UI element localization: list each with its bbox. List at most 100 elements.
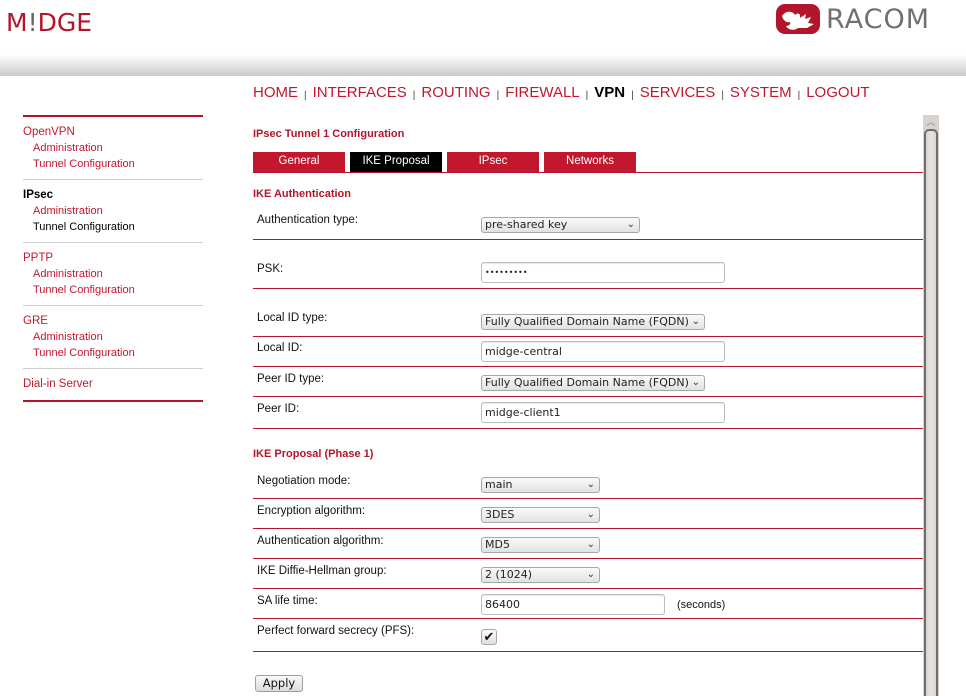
header: M!DGE RACOM <box>0 0 966 58</box>
nav-services[interactable]: SERVICES <box>640 84 716 101</box>
encryption-algorithm-select[interactable]: 3DES ⌄ <box>481 507 600 523</box>
logo-text-pre: M <box>6 8 28 37</box>
nav-separator: | <box>797 90 801 101</box>
nav-separator: | <box>721 90 724 101</box>
tab-bar: General IKE Proposal IPsec Networks <box>253 152 923 173</box>
checkmark-icon: ✔ <box>483 629 495 644</box>
chevron-down-icon: ⌄ <box>691 377 700 388</box>
sidebar-item-openvpn-administration[interactable]: Administration <box>23 140 203 156</box>
row-psk: PSK: ••••••••• <box>253 240 923 289</box>
vertical-scrollbar[interactable]: ︿ <box>923 115 939 696</box>
local-id-label: Local ID: <box>257 342 303 354</box>
peer-id-type-value: Fully Qualified Domain Name (FQDN) <box>485 376 689 389</box>
racom-squirrel-icon <box>776 4 820 34</box>
apply-button[interactable]: Apply <box>255 675 303 692</box>
row-authentication-algorithm: Authentication algorithm: MD5 ⌄ <box>253 529 923 559</box>
nav-vpn[interactable]: VPN <box>594 84 625 101</box>
nav-firewall[interactable]: FIREWALL <box>505 84 579 101</box>
top-navigation: HOME | INTERFACES | ROUTING | FIREWALL | VPN | SER… <box>253 84 870 101</box>
chevron-down-icon: ⌄ <box>691 316 700 327</box>
section-ike-authentication: IKE Authentication <box>253 188 351 200</box>
psk-label: PSK: <box>257 263 284 275</box>
sa-lifetime-input[interactable]: 86400 <box>481 594 665 615</box>
sidebar-item-openvpn-tunnel-configuration[interactable]: Tunnel Configuration <box>23 156 203 172</box>
negotiation-mode-label: Negotiation mode: <box>257 475 351 487</box>
row-pfs: Perfect forward secrecy (PFS): ✔ <box>253 619 923 652</box>
authentication-type-value: pre-shared key <box>485 218 568 231</box>
scroll-up-icon[interactable]: ︿ <box>923 115 939 129</box>
peer-id-type-label: Peer ID type: <box>257 373 325 385</box>
authentication-algorithm-select[interactable]: MD5 ⌄ <box>481 537 600 553</box>
chevron-down-icon: ⌄ <box>626 219 635 230</box>
authentication-type-label: Authentication type: <box>257 214 359 226</box>
sidebar-item-openvpn[interactable]: OpenVPN <box>23 124 203 140</box>
chevron-down-icon: ⌄ <box>586 509 595 520</box>
racom-logo-text: RACOM <box>826 3 931 35</box>
local-id-type-select[interactable]: Fully Qualified Domain Name (FQDN) ⌄ <box>481 314 705 330</box>
local-id-type-value: Fully Qualified Domain Name (FQDN) <box>485 315 689 328</box>
sidebar-item-pptp[interactable]: PPTP <box>23 250 203 266</box>
sidebar-item-ipsec[interactable]: IPsec <box>23 187 203 203</box>
row-negotiation-mode: Negotiation mode: main ⌄ <box>253 468 923 499</box>
nav-system[interactable]: SYSTEM <box>730 84 792 101</box>
dh-group-select[interactable]: 2 (1024) ⌄ <box>481 567 600 583</box>
pfs-checkbox[interactable]: ✔ <box>481 629 497 645</box>
sidebar-item-gre[interactable]: GRE <box>23 313 203 329</box>
authentication-type-select[interactable]: pre-shared key ⌄ <box>481 217 640 233</box>
section-ike-proposal-phase1: IKE Proposal (Phase 1) <box>253 448 374 460</box>
nav-interfaces[interactable]: INTERFACES <box>313 84 407 101</box>
sidebar-item-pptp-tunnel-configuration[interactable]: Tunnel Configuration <box>23 282 203 298</box>
tab-networks[interactable]: Networks <box>544 152 636 172</box>
sidebar-item-ipsec-tunnel-configuration[interactable]: Tunnel Configuration <box>23 219 203 235</box>
sidebar-group-dial-in: Dial-in Server <box>23 369 203 402</box>
dh-group-value: 2 (1024) <box>485 568 533 581</box>
nav-routing[interactable]: ROUTING <box>421 84 490 101</box>
nav-logout[interactable]: LOGOUT <box>806 84 869 101</box>
sidebar-item-gre-administration[interactable]: Administration <box>23 329 203 345</box>
nav-separator: | <box>304 90 307 101</box>
row-peer-id-type: Peer ID type: Fully Qualified Domain Nam… <box>253 367 923 397</box>
encryption-algorithm-label: Encryption algorithm: <box>257 505 366 517</box>
nav-separator: | <box>585 90 589 101</box>
chevron-down-icon: ⌄ <box>586 539 595 550</box>
chevron-down-icon: ⌄ <box>586 569 595 580</box>
tab-ike-proposal[interactable]: IKE Proposal <box>350 152 442 172</box>
row-local-id-type: Local ID type: Fully Qualified Domain Na… <box>253 289 923 337</box>
peer-id-label: Peer ID: <box>257 403 300 415</box>
sidebar-item-gre-tunnel-configuration[interactable]: Tunnel Configuration <box>23 345 203 361</box>
peer-id-input[interactable]: midge-client1 <box>481 402 725 423</box>
local-id-input[interactable]: midge-central <box>481 341 725 362</box>
tab-general[interactable]: General <box>253 152 345 172</box>
row-authentication-type: Authentication type: pre-shared key ⌄ <box>253 208 923 240</box>
chevron-down-icon: ⌄ <box>586 479 595 490</box>
main-content: IPsec Tunnel 1 Configuration General IKE… <box>253 128 923 692</box>
nav-separator: | <box>412 90 416 101</box>
negotiation-mode-select[interactable]: main ⌄ <box>481 477 600 493</box>
peer-id-type-select[interactable]: Fully Qualified Domain Name (FQDN) ⌄ <box>481 375 705 391</box>
authentication-algorithm-value: MD5 <box>485 538 510 551</box>
authentication-algorithm-label: Authentication algorithm: <box>257 535 384 547</box>
row-local-id: Local ID: midge-central <box>253 337 923 367</box>
negotiation-mode-value: main <box>485 478 513 491</box>
sidebar-item-pptp-administration[interactable]: Administration <box>23 266 203 282</box>
sidebar-group-gre: GRE Administration Tunnel Configuration <box>23 306 203 369</box>
local-id-type-label: Local ID type: <box>257 312 328 324</box>
nav-home[interactable]: HOME <box>253 84 298 101</box>
sidebar-item-ipsec-administration[interactable]: Administration <box>23 203 203 219</box>
psk-input[interactable]: ••••••••• <box>481 262 725 283</box>
logo-text-post: DGE <box>37 8 93 37</box>
racom-logo[interactable]: RACOM <box>776 3 930 35</box>
tab-ipsec[interactable]: IPsec <box>447 152 539 172</box>
encryption-algorithm-value: 3DES <box>485 508 515 521</box>
pfs-label: Perfect forward secrecy (PFS): <box>257 625 415 637</box>
row-sa-lifetime: SA life time: 86400 (seconds) <box>253 589 923 619</box>
sidebar-item-dial-in-server[interactable]: Dial-in Server <box>23 376 203 392</box>
sa-lifetime-label: SA life time: <box>257 595 318 607</box>
sa-lifetime-unit: (seconds) <box>677 599 726 611</box>
header-band <box>0 54 966 76</box>
scrollbar-thumb[interactable] <box>924 129 938 696</box>
nav-separator: | <box>631 90 634 101</box>
row-encryption-algorithm: Encryption algorithm: 3DES ⌄ <box>253 499 923 529</box>
midge-logo[interactable]: M!DGE <box>6 8 92 37</box>
nav-separator: | <box>496 90 500 101</box>
